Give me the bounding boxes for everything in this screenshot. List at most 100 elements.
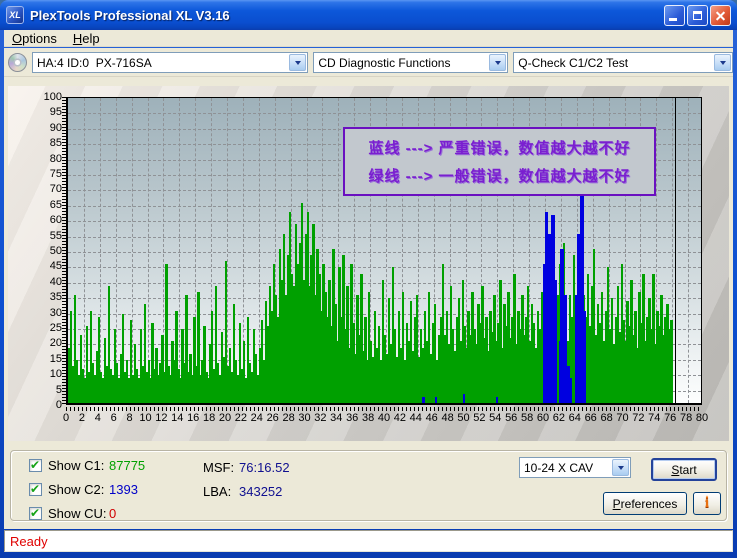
chevron-down-icon <box>495 61 501 68</box>
show-c1-row: ✔ Show C1: 87775 <box>29 458 104 472</box>
menu-help[interactable]: Help <box>65 31 108 46</box>
y-tick-label: 65 <box>36 199 62 211</box>
app-logo-text: XL <box>9 10 21 20</box>
menu-bar: Options Help <box>4 30 733 47</box>
speed-select-value: 10-24 X CAV <box>520 458 611 477</box>
y-tick-label: 75 <box>36 168 62 180</box>
annotation-line-blue: 蓝线 ---> 严重错误，数值越大越不好 <box>368 137 630 158</box>
drive-select-button[interactable] <box>289 54 306 71</box>
y-tick-label: 35 <box>36 291 62 303</box>
drive-select[interactable]: HA:4 ID:0 PX-716SA <box>32 52 308 73</box>
window-title: PlexTools Professional XL V3.16 <box>30 8 664 23</box>
window-controls <box>664 5 731 26</box>
msf-label: MSF: <box>203 460 239 475</box>
lba-value: 343252 <box>239 484 282 499</box>
show-cu-checkbox[interactable]: ✔ <box>29 507 42 520</box>
function-category-value: CD Diagnostic Functions <box>314 53 488 72</box>
function-category-select[interactable]: CD Diagnostic Functions <box>313 52 508 73</box>
c1-count: 87775 <box>109 458 145 473</box>
test-select-button[interactable] <box>714 54 731 71</box>
app-window: XL PlexTools Professional XL V3.16 Optio… <box>0 0 737 558</box>
gridline-horizontal <box>68 113 701 114</box>
c2-count: 1393 <box>109 482 138 497</box>
y-tick-label: 15 <box>36 353 62 365</box>
disc-icon <box>8 53 27 72</box>
msf-value: 76:16.52 <box>239 460 290 475</box>
y-tick-label: 25 <box>36 322 62 334</box>
x-tick-label: 80 <box>691 412 713 424</box>
show-c2-checkbox[interactable]: ✔ <box>29 483 42 496</box>
c2-bar <box>422 397 424 403</box>
y-tick-label: 55 <box>36 230 62 242</box>
chevron-down-icon <box>295 61 301 68</box>
preferences-button[interactable]: Preferences <box>603 492 687 515</box>
y-tick-label: 30 <box>36 307 62 319</box>
y-tick-label: 70 <box>36 183 62 195</box>
annotation-line-green: 绿线 ---> 一般错误，数值越大越不好 <box>368 165 630 186</box>
y-tick-label: 20 <box>36 337 62 349</box>
status-bar: Ready <box>4 530 733 552</box>
c2-bar <box>496 397 498 403</box>
checkmark-icon: ✔ <box>30 458 40 472</box>
content-area: 蓝线 ---> 严重错误，数值越大越不好 绿线 ---> 一般错误，数值越大越不… <box>4 77 733 529</box>
gridline-horizontal <box>68 221 701 222</box>
y-tick-label: 10 <box>36 368 62 380</box>
y-axis-ticks <box>62 97 66 405</box>
y-tick-label: 85 <box>36 137 62 149</box>
c1-bar <box>670 320 672 403</box>
y-tick-label: 40 <box>36 276 62 288</box>
y-tick-label: 80 <box>36 153 62 165</box>
c2-bar <box>555 280 557 403</box>
c2-bar <box>435 397 437 403</box>
toolbar: HA:4 ID:0 PX-716SA CD Diagnostic Functio… <box>4 48 733 77</box>
drive-select-value: HA:4 ID:0 PX-716SA <box>33 53 288 72</box>
cu-count: 0 <box>109 506 116 521</box>
title-bar: XL PlexTools Professional XL V3.16 <box>0 0 737 30</box>
close-button[interactable] <box>710 5 731 26</box>
show-cu-row: ✔ Show CU: 0 <box>29 506 107 520</box>
test-select-value: Q-Check C1/C2 Test <box>514 53 713 72</box>
info-button[interactable]: i <box>693 492 721 515</box>
error-rate-plot: 蓝线 ---> 严重错误，数值越大越不好 绿线 ---> 一般错误，数值越大越不… <box>66 97 702 405</box>
status-text: Ready <box>10 534 48 549</box>
lba-label: LBA: <box>203 484 239 499</box>
test-select[interactable]: Q-Check C1/C2 Test <box>513 52 733 73</box>
y-tick-label: 60 <box>36 214 62 226</box>
speed-select[interactable]: 10-24 X CAV <box>519 457 631 478</box>
c2-bar <box>560 249 564 403</box>
gridline-horizontal <box>68 237 701 238</box>
start-button[interactable]: Start <box>651 458 717 481</box>
show-c2-row: ✔ Show C2: 1393 <box>29 482 104 496</box>
x-axis-ticks <box>66 407 702 411</box>
show-c2-label: Show C2: <box>48 482 104 497</box>
menu-options[interactable]: Options <box>4 31 65 46</box>
msf-row: MSF: 76:16.52 <box>203 460 290 475</box>
c2-bar <box>570 378 572 403</box>
app-logo-icon: XL <box>6 6 24 24</box>
chevron-down-icon <box>720 61 726 68</box>
lba-row: LBA: 343252 <box>203 484 282 499</box>
maximize-button[interactable] <box>687 5 708 26</box>
speed-select-button[interactable] <box>612 459 629 476</box>
c2-bar <box>584 311 586 403</box>
gridline-horizontal <box>68 252 701 253</box>
info-icon: i <box>705 495 709 512</box>
c2-bar <box>463 394 465 403</box>
y-tick-label: 50 <box>36 245 62 257</box>
show-c1-checkbox[interactable]: ✔ <box>29 459 42 472</box>
maximize-icon <box>693 11 702 20</box>
y-tick-label: 90 <box>36 122 62 134</box>
show-cu-label: Show CU: <box>48 506 107 521</box>
annotation-box: 蓝线 ---> 严重错误，数值越大越不好 绿线 ---> 一般错误，数值越大越不… <box>343 127 656 196</box>
gridline-horizontal <box>68 206 701 207</box>
chart-panel: 蓝线 ---> 严重错误，数值越大越不好 绿线 ---> 一般错误，数值越大越不… <box>8 86 729 441</box>
results-groupbox: ✔ Show C1: 87775 ✔ Show C2: 1393 ✔ Show … <box>10 450 727 521</box>
y-tick-label: 45 <box>36 260 62 272</box>
y-tick-label: 5 <box>36 384 62 396</box>
minimize-icon <box>669 18 677 21</box>
show-c1-label: Show C1: <box>48 458 104 473</box>
minimize-button[interactable] <box>664 5 685 26</box>
chevron-down-icon <box>618 466 624 473</box>
y-tick-label: 95 <box>36 106 62 118</box>
function-category-button[interactable] <box>489 54 506 71</box>
